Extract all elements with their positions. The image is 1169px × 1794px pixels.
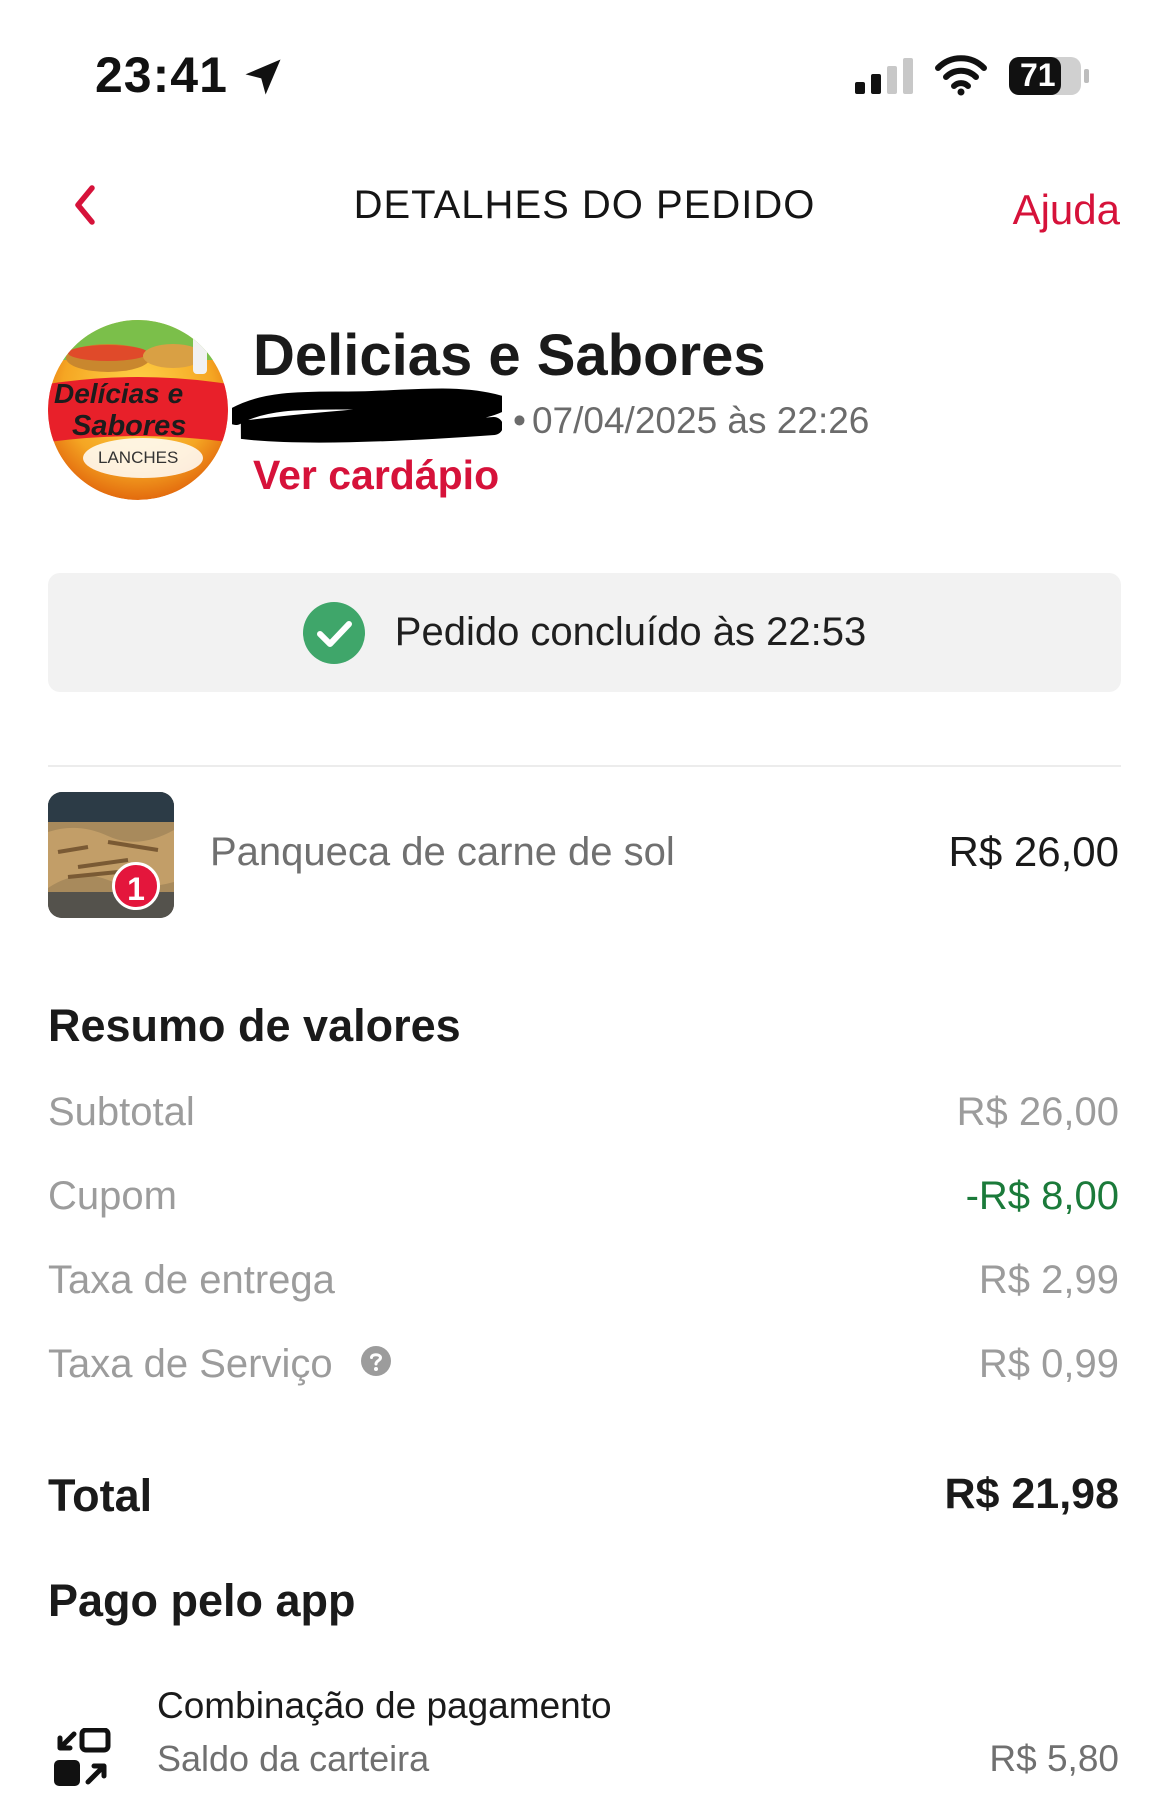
order-status-banner: Pedido concluído às 22:53: [48, 573, 1121, 692]
location-arrow-icon: [245, 59, 281, 95]
item-quantity-badge: 1: [112, 862, 160, 910]
wifi-icon: [935, 55, 987, 96]
payment-method-sub: Saldo da carteira: [157, 1738, 430, 1779]
order-datetime: • 07/04/2025 às 22:26: [513, 400, 869, 442]
order-datetime-text: 07/04/2025 às 22:26: [531, 400, 870, 441]
subtotal-value: R$ 26,00: [956, 1090, 1119, 1134]
divider: [48, 765, 1121, 767]
redaction-scribble: [232, 388, 502, 443]
store-name: Delicias e Sabores: [253, 323, 766, 388]
help-circle-icon[interactable]: [360, 1345, 392, 1377]
check-circle-icon: [302, 601, 365, 664]
item-price: R$ 26,00: [948, 828, 1119, 875]
delivery-fee-label: Taxa de entrega: [48, 1258, 335, 1302]
payment-method-title: Combinação de pagamento: [157, 1685, 612, 1726]
logo-text-3: LANCHES: [98, 448, 179, 467]
help-button[interactable]: Ajuda: [1013, 186, 1120, 234]
payment-combination-icon: [54, 1728, 111, 1786]
coupon-value: -R$ 8,00: [965, 1174, 1119, 1218]
coupon-label: Cupom: [48, 1174, 177, 1218]
item-name[interactable]: Panqueca de carne de sol: [210, 830, 675, 875]
delivery-fee-value: R$ 2,99: [978, 1258, 1119, 1302]
payment-method-value: R$ 5,80: [989, 1738, 1119, 1779]
page-title: DETALHES DO PEDIDO: [353, 183, 816, 227]
battery-level: 71: [1020, 57, 1056, 93]
battery-icon: 71: [1008, 55, 1090, 97]
cellular-signal-icon: [855, 58, 913, 94]
subtotal-label: Subtotal: [48, 1090, 195, 1134]
date-separator: •: [513, 400, 526, 441]
service-fee-label: Taxa de Serviço: [48, 1342, 333, 1386]
order-status-text: Pedido concluído às 22:53: [394, 610, 867, 654]
payment-heading: Pago pelo app: [48, 1575, 356, 1626]
service-fee-value: R$ 0,99: [978, 1342, 1119, 1386]
total-value: R$ 21,98: [944, 1470, 1119, 1518]
total-label: Total: [48, 1470, 153, 1521]
logo-text-2: Sabores: [72, 410, 187, 442]
store-logo[interactable]: Delícias e Sabores LANCHES: [48, 320, 228, 500]
summary-heading: Resumo de valores: [48, 1000, 461, 1051]
view-menu-link[interactable]: Ver cardápio: [253, 452, 499, 499]
logo-text-1: Delícias e: [54, 378, 184, 409]
status-time: 23:41: [95, 47, 228, 103]
